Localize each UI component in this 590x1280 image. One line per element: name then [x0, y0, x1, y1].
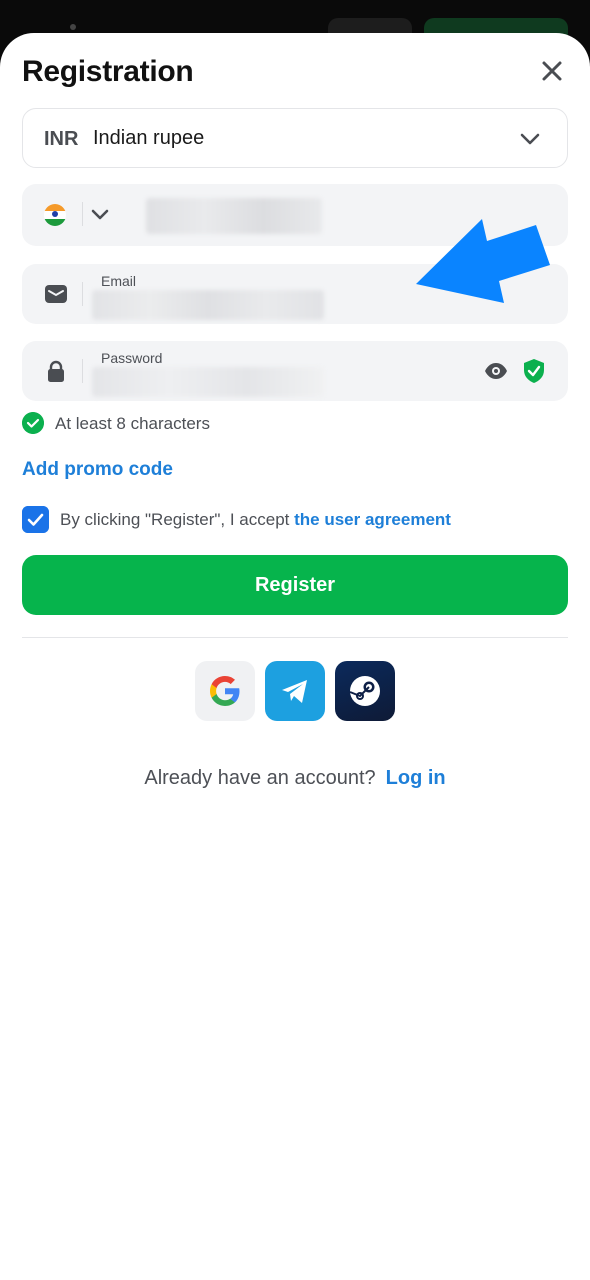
google-login-button[interactable] [195, 661, 255, 721]
lock-icon [48, 360, 64, 382]
google-icon [210, 676, 240, 706]
login-prompt-text: Already have an account? [144, 767, 376, 789]
eye-icon[interactable] [484, 359, 508, 383]
email-input[interactable] [92, 290, 324, 320]
divider [82, 282, 83, 306]
email-label: Email [101, 273, 137, 289]
chevron-down-icon[interactable] [88, 202, 112, 226]
divider [82, 359, 83, 383]
divider [82, 202, 83, 226]
currency-name: Indian rupee [93, 127, 205, 149]
page-title: Registration [22, 55, 194, 88]
chevron-down-icon [520, 133, 540, 145]
status-dot [70, 24, 76, 30]
steam-icon [349, 676, 380, 706]
password-input[interactable] [92, 367, 324, 397]
pointer-arrow-annotation [416, 219, 550, 303]
register-button[interactable]: Register [22, 555, 568, 615]
telegram-login-button[interactable] [265, 661, 325, 721]
login-prompt: Already have an account? Log in [0, 767, 590, 790]
india-flag-icon[interactable] [44, 204, 66, 226]
separator [22, 637, 568, 638]
agreement-text: By clicking "Register", I accept the use… [60, 510, 451, 530]
steam-login-button[interactable] [335, 661, 395, 721]
currency-code: INR [44, 128, 79, 150]
currency-select[interactable]: INR Indian rupee [22, 108, 568, 168]
add-promo-code-link[interactable]: Add promo code [22, 459, 173, 481]
telegram-icon [282, 680, 307, 703]
agreement-prefix: By clicking "Register", I accept [60, 510, 290, 529]
password-field[interactable]: Password [22, 341, 568, 401]
close-icon[interactable] [536, 55, 568, 87]
password-label: Password [101, 350, 163, 366]
shield-check-icon [524, 359, 544, 383]
envelope-icon [45, 285, 67, 303]
user-agreement-link[interactable]: the user agreement [294, 510, 451, 529]
password-hint-text: At least 8 characters [55, 414, 210, 433]
login-link[interactable]: Log in [386, 767, 446, 789]
check-circle-icon [22, 412, 44, 434]
phone-input[interactable] [146, 198, 322, 234]
agreement-checkbox[interactable] [22, 506, 49, 533]
